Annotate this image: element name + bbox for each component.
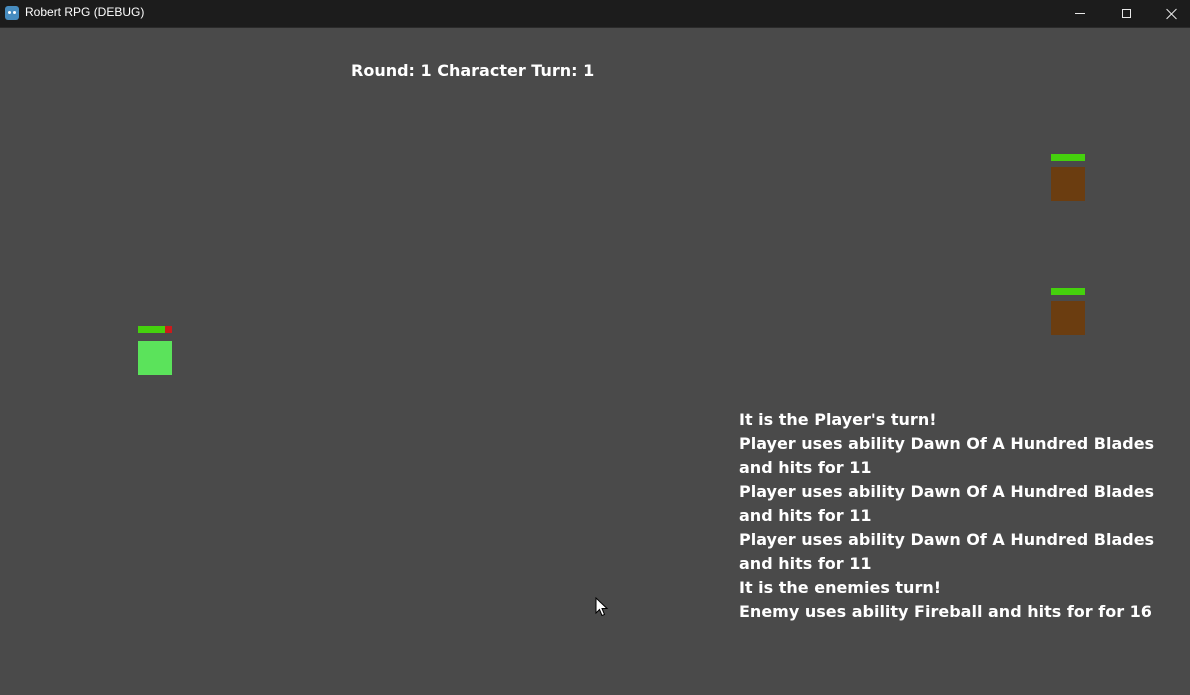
player-health-bar xyxy=(138,326,172,333)
godot-engine-icon xyxy=(5,6,19,20)
enemy-1-health-bar xyxy=(1051,154,1085,161)
maximize-icon xyxy=(1121,9,1131,18)
close-button[interactable] xyxy=(1149,0,1190,27)
enemy-2-health-bar xyxy=(1051,288,1085,295)
minimize-icon xyxy=(1075,13,1085,14)
enemy-2-health-fill xyxy=(1051,288,1085,295)
log-line: Enemy uses ability Fireball and hits for… xyxy=(739,602,1152,621)
log-line: Player uses ability Dawn Of A Hundred Bl… xyxy=(739,482,1155,525)
round-turn-label: Round: 1 Character Turn: 1 xyxy=(351,61,595,80)
combat-log: It is the Player's turn! Player uses abi… xyxy=(739,408,1159,624)
minimize-button[interactable] xyxy=(1057,0,1103,27)
log-line: It is the enemies turn! xyxy=(739,578,942,597)
enemy-1-health-fill xyxy=(1051,154,1085,161)
window-title: Robert RPG (DEBUG) xyxy=(25,5,145,19)
log-line: Player uses ability Dawn Of A Hundred Bl… xyxy=(739,530,1155,573)
log-line: Player uses ability Dawn Of A Hundred Bl… xyxy=(739,434,1155,477)
enemy-2-character[interactable] xyxy=(1051,301,1085,335)
maximize-button[interactable] xyxy=(1103,0,1149,27)
close-icon xyxy=(1166,8,1178,20)
player-health-fill xyxy=(138,326,166,333)
player-character[interactable] xyxy=(138,341,172,375)
title-bar: Robert RPG (DEBUG) xyxy=(0,0,1190,28)
log-line: It is the Player's turn! xyxy=(739,410,937,429)
mouse-cursor-icon xyxy=(595,597,609,617)
enemy-1-character[interactable] xyxy=(1051,167,1085,201)
